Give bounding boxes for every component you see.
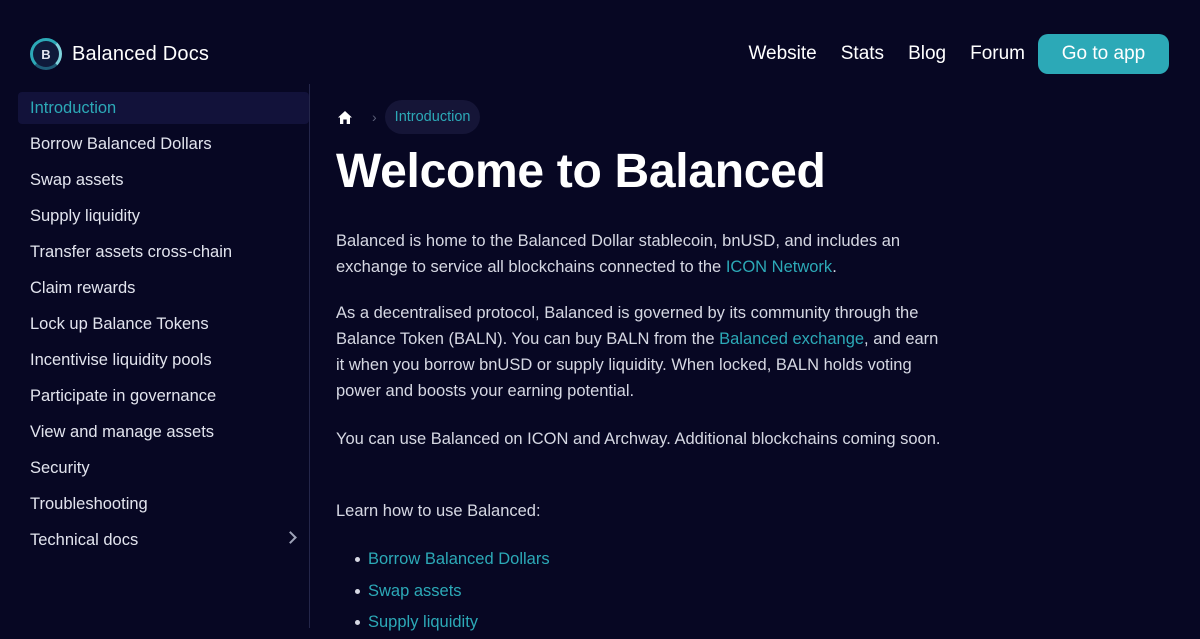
- chains-paragraph: You can use Balanced on ICON and Archway…: [336, 430, 941, 448]
- sidebar-item-security[interactable]: Security: [18, 452, 309, 484]
- intro-text-end: .: [832, 258, 837, 276]
- sidebar-item-troubleshooting[interactable]: Troubleshooting: [18, 488, 309, 520]
- docs-sidebar: Introduction Borrow Balanced Dollars Swa…: [0, 84, 310, 628]
- page-title: Welcome to Balanced: [336, 145, 826, 198]
- sidebar-item-transfer-assets[interactable]: Transfer assets cross-chain: [18, 236, 309, 268]
- sidebar-item-governance[interactable]: Participate in governance: [18, 380, 309, 412]
- sidebar-item-incentivise-pools[interactable]: Incentivise liquidity pools: [18, 344, 309, 376]
- main-content: › Introduction Welcome to Balanced Balan…: [336, 84, 956, 631]
- list-item: Supply liquidity: [336, 607, 550, 639]
- sidebar-item-introduction[interactable]: Introduction: [18, 92, 309, 124]
- balanced-logo-icon: B: [30, 38, 62, 70]
- breadcrumb-separator: ›: [372, 109, 377, 125]
- governance-paragraph: As a decentralised protocol, Balanced is…: [336, 300, 948, 404]
- home-icon[interactable]: [336, 108, 354, 126]
- learn-link-supply[interactable]: Supply liquidity: [368, 613, 478, 632]
- breadcrumb-current: Introduction: [384, 100, 481, 134]
- balanced-exchange-link[interactable]: Balanced exchange: [719, 330, 864, 348]
- sidebar-item-manage-assets[interactable]: View and manage assets: [18, 416, 309, 448]
- learn-heading: Learn how to use Balanced:: [336, 502, 541, 520]
- site-title: Balanced Docs: [72, 42, 210, 65]
- icon-network-link[interactable]: ICON Network: [726, 258, 832, 276]
- go-to-app-button[interactable]: Go to app: [1038, 34, 1169, 74]
- sidebar-item-swap-assets[interactable]: Swap assets: [18, 164, 309, 196]
- nav-link-blog[interactable]: Blog: [908, 43, 946, 65]
- intro-paragraph: Balanced is home to the Balanced Dollar …: [336, 228, 948, 280]
- list-item: Swap assets: [336, 576, 550, 608]
- sidebar-item-technical-docs[interactable]: Technical docs: [18, 524, 309, 556]
- nav-link-stats[interactable]: Stats: [841, 43, 884, 65]
- learn-link-swap[interactable]: Swap assets: [368, 582, 462, 601]
- learn-links-list: Borrow Balanced Dollars Swap assets Supp…: [336, 544, 550, 639]
- site-logo-link[interactable]: B Balanced Docs: [30, 38, 209, 70]
- top-nav: Website Stats Blog Forum Go to app: [748, 34, 1169, 74]
- sidebar-item-supply-liquidity[interactable]: Supply liquidity: [18, 200, 309, 232]
- sidebar-item-lock-up-tokens[interactable]: Lock up Balance Tokens: [18, 308, 309, 340]
- top-header: B Balanced Docs Website Stats Blog Forum…: [0, 0, 1200, 84]
- sidebar-item-borrow-balanced-dollars[interactable]: Borrow Balanced Dollars: [18, 128, 309, 160]
- breadcrumb: › Introduction: [336, 100, 481, 134]
- sidebar-item-claim-rewards[interactable]: Claim rewards: [18, 272, 309, 304]
- sidebar-item-technical-docs-row: Technical docs: [0, 524, 309, 556]
- list-item: Borrow Balanced Dollars: [336, 544, 550, 576]
- nav-link-forum[interactable]: Forum: [970, 43, 1025, 65]
- learn-link-borrow[interactable]: Borrow Balanced Dollars: [368, 550, 550, 569]
- nav-link-website[interactable]: Website: [748, 43, 816, 65]
